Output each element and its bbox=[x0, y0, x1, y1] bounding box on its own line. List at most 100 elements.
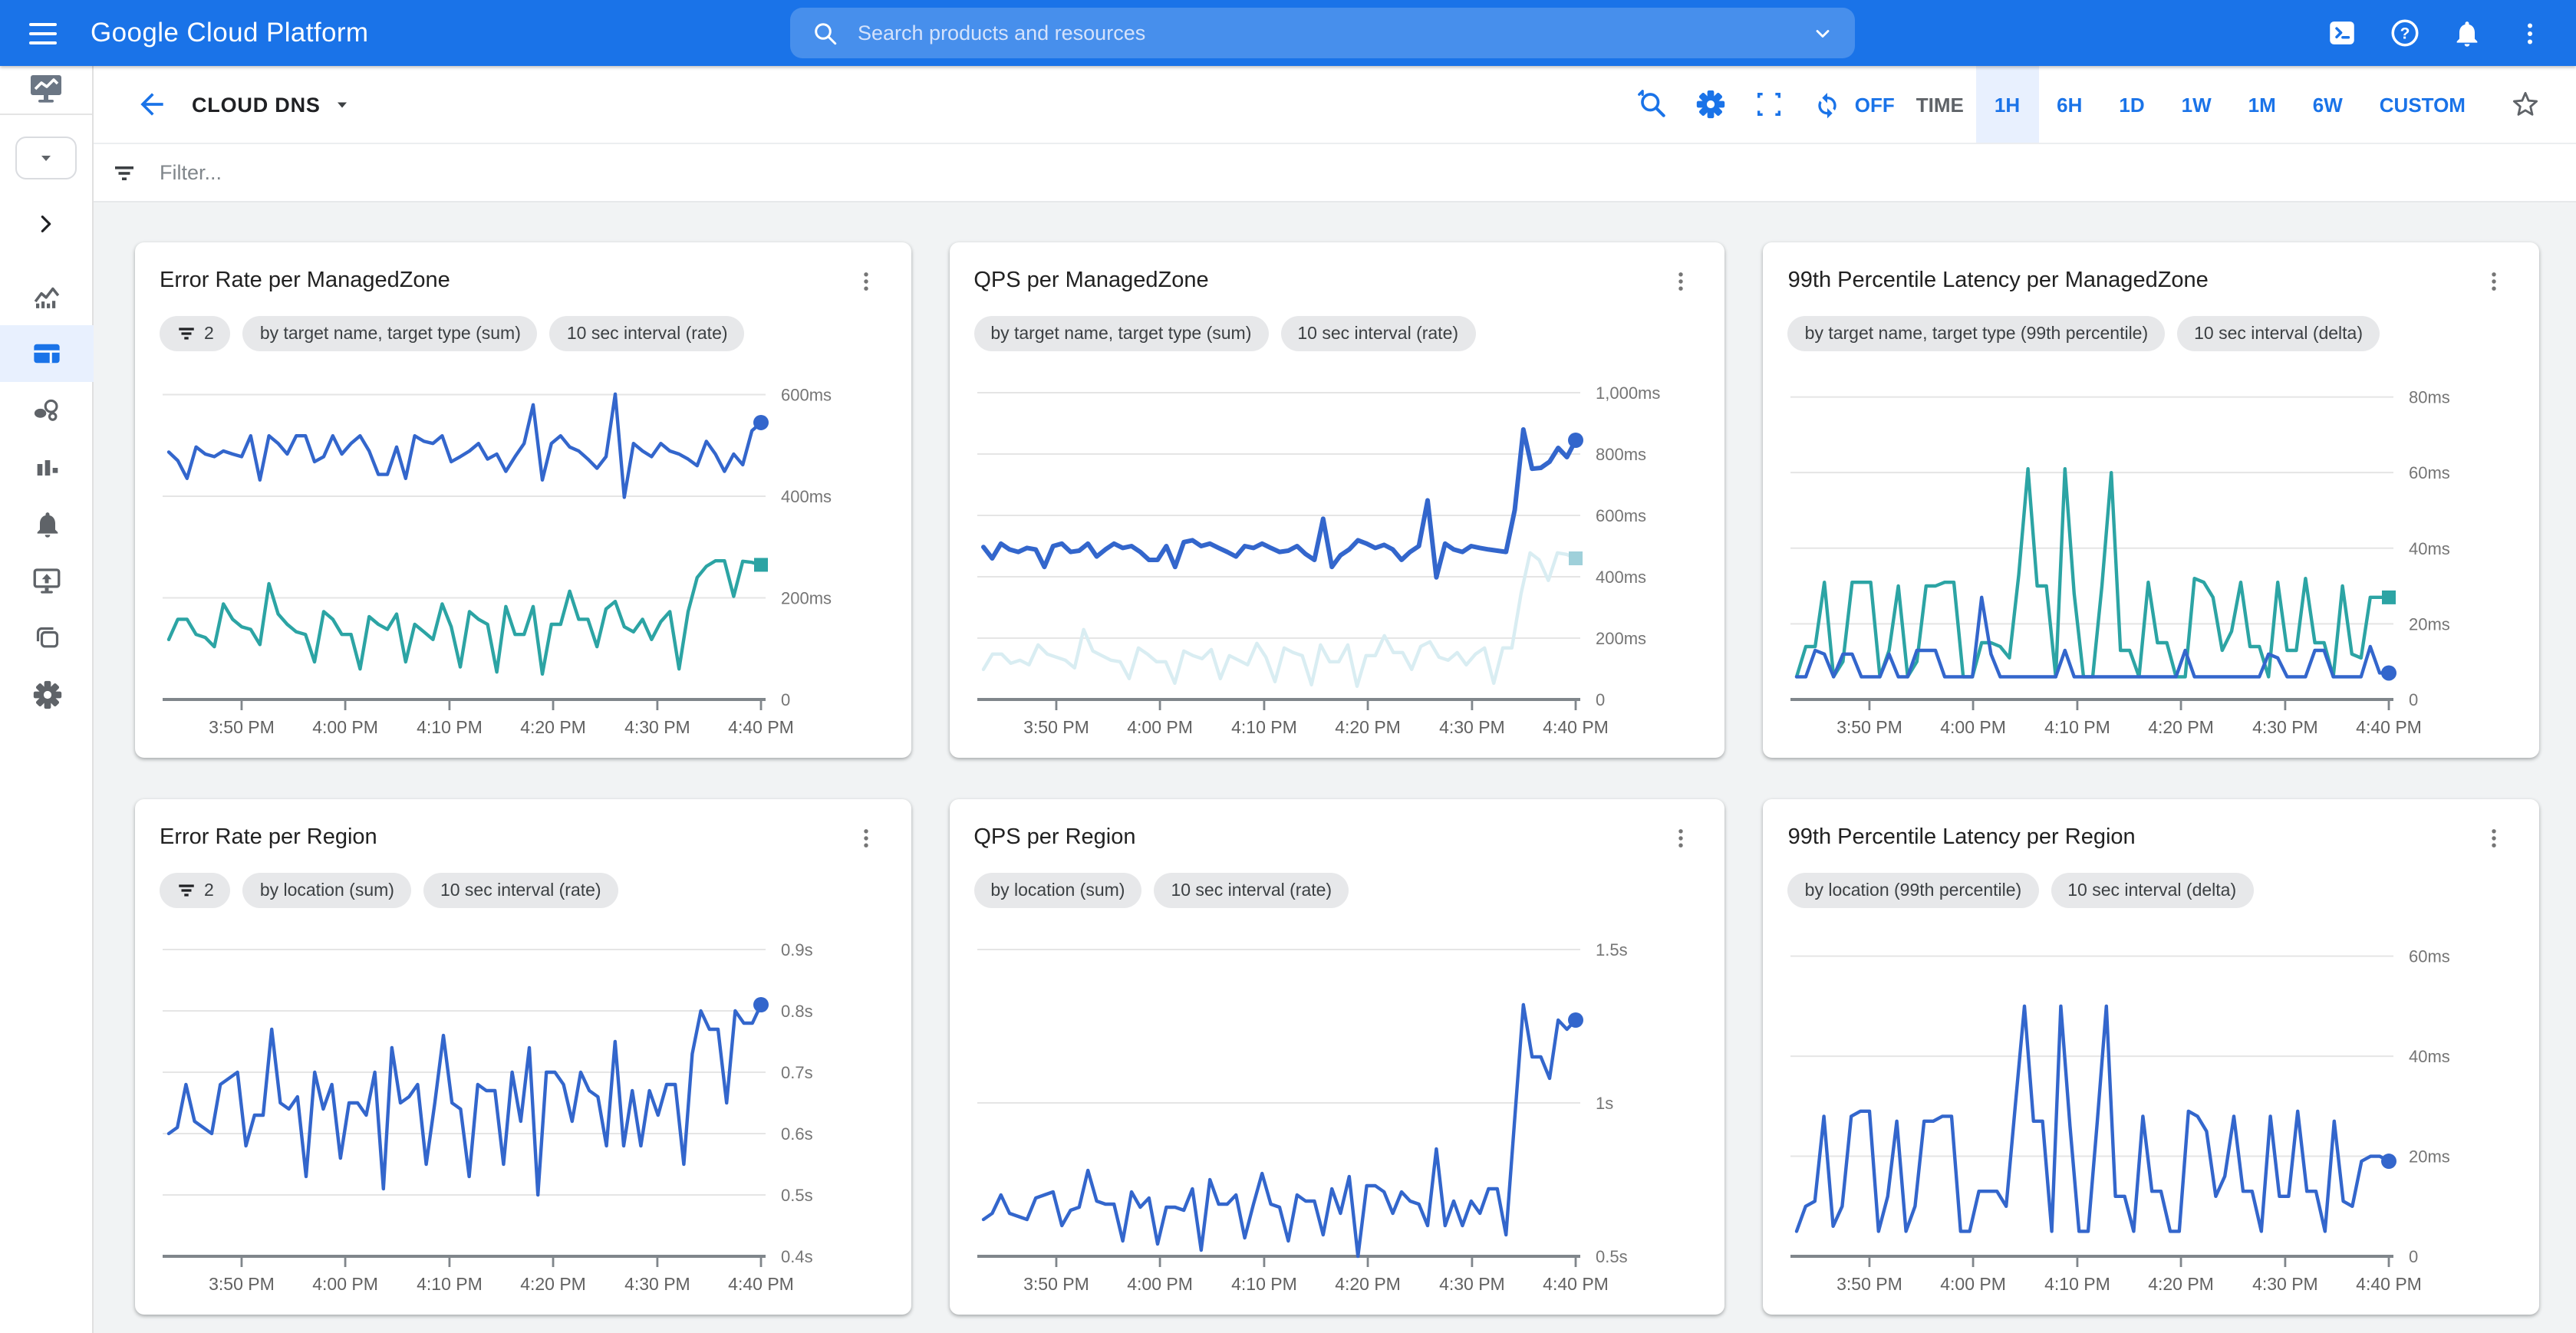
expand-chevron-right-icon[interactable] bbox=[15, 204, 77, 244]
chart-config-chip[interactable]: 10 sec interval (delta) bbox=[2051, 873, 2253, 908]
chart-title: Error Rate per ManagedZone bbox=[160, 268, 450, 293]
dashboard-toolbar: CLOUD DNS OFF TIME 1H6H1D1W1M6WCUSTOM bbox=[94, 66, 2576, 144]
time-range-custom[interactable]: CUSTOM bbox=[2361, 66, 2484, 143]
svg-text:60ms: 60ms bbox=[2410, 463, 2451, 482]
settings-gear-icon[interactable] bbox=[1686, 80, 1735, 129]
sidebar-item-metrics-explorer[interactable] bbox=[0, 439, 94, 495]
chart-menu-button[interactable] bbox=[846, 818, 886, 857]
cards-grid: Error Rate per ManagedZone 2 by target nam… bbox=[94, 202, 2576, 1315]
chart-config-chip[interactable]: by location (sum) bbox=[973, 873, 1141, 908]
chart-config-chip[interactable]: by target name, target type (sum) bbox=[243, 316, 538, 351]
svg-text:40ms: 40ms bbox=[2410, 1047, 2451, 1066]
filter-count-chip[interactable]: 2 bbox=[160, 873, 231, 908]
chart-config-chip[interactable]: 10 sec interval (rate) bbox=[423, 873, 618, 908]
svg-text:4:00 PM: 4:00 PM bbox=[312, 717, 378, 737]
filter-input[interactable] bbox=[156, 160, 2576, 186]
search-icon bbox=[812, 19, 839, 47]
chart-chips: by location (sum) 10 sec interval (rate) bbox=[973, 873, 1700, 908]
sidebar-item-groups[interactable] bbox=[0, 609, 94, 666]
chart-canvas[interactable]: 0.9s0.8s0.7s0.6s0.5s0.4s3:50 PM4:00 PM4:… bbox=[160, 919, 895, 1305]
chart-config-chip[interactable]: by location (99th percentile) bbox=[1788, 873, 2039, 908]
chart-menu-button[interactable] bbox=[846, 261, 886, 301]
svg-text:4:00 PM: 4:00 PM bbox=[1127, 717, 1193, 737]
chart-menu-button[interactable] bbox=[2475, 261, 2515, 301]
chart-title: QPS per Region bbox=[973, 825, 1135, 850]
chart-canvas[interactable]: 1,000ms800ms600ms400ms200ms03:50 PM4:00 … bbox=[973, 362, 1709, 749]
notifications-bell-icon[interactable] bbox=[2449, 15, 2485, 51]
svg-text:4:10 PM: 4:10 PM bbox=[417, 1274, 483, 1294]
chart-canvas[interactable]: 60ms40ms20ms03:50 PM4:00 PM4:10 PM4:20 P… bbox=[1788, 919, 2524, 1305]
svg-text:4:10 PM: 4:10 PM bbox=[417, 717, 483, 737]
svg-text:0.9s: 0.9s bbox=[781, 940, 813, 959]
chart-chips: 2 by location (sum) 10 sec interval (rate) bbox=[160, 873, 886, 908]
svg-text:4:40 PM: 4:40 PM bbox=[1542, 717, 1608, 737]
sidebar-item-alerting[interactable] bbox=[0, 495, 94, 552]
chevron-down-icon[interactable] bbox=[1812, 22, 1833, 44]
svg-text:4:40 PM: 4:40 PM bbox=[2357, 1274, 2423, 1294]
svg-text:400ms: 400ms bbox=[781, 487, 832, 506]
chart-config-chip[interactable]: 10 sec interval (rate) bbox=[550, 316, 745, 351]
auto-refresh-off-label[interactable]: OFF bbox=[1855, 93, 1895, 116]
chart-chips: by target name, target type (99th percen… bbox=[1788, 316, 2515, 351]
app-title[interactable]: Google Cloud Platform bbox=[91, 17, 368, 49]
svg-text:0.4s: 0.4s bbox=[781, 1247, 813, 1266]
search-bar[interactable] bbox=[790, 8, 1855, 58]
svg-text:4:10 PM: 4:10 PM bbox=[2045, 717, 2111, 737]
chart-title: 99th Percentile Latency per ManagedZone bbox=[1788, 268, 2209, 293]
chart-menu-button[interactable] bbox=[2475, 818, 2515, 857]
chart-config-chip[interactable]: by target name, target type (99th percen… bbox=[1788, 316, 2165, 351]
project-dropdown[interactable] bbox=[15, 137, 77, 179]
svg-text:4:00 PM: 4:00 PM bbox=[1127, 1274, 1193, 1294]
time-range-1h[interactable]: 1H bbox=[1976, 66, 2038, 143]
chart-config-chip[interactable]: 10 sec interval (rate) bbox=[1280, 316, 1475, 351]
svg-text:4:30 PM: 4:30 PM bbox=[2253, 1274, 2319, 1294]
chart-title: 99th Percentile Latency per Region bbox=[1788, 825, 2136, 850]
cloud-shell-icon[interactable] bbox=[2323, 15, 2360, 51]
time-zoom-icon[interactable] bbox=[1628, 80, 1677, 129]
svg-text:600ms: 600ms bbox=[1595, 506, 1645, 525]
chart-config-chip[interactable]: 10 sec interval (delta) bbox=[2177, 316, 2380, 351]
chart-canvas[interactable]: 1.5s1s0.5s3:50 PM4:00 PM4:10 PM4:20 PM4:… bbox=[973, 919, 1709, 1305]
page-title[interactable]: CLOUD DNS bbox=[192, 93, 321, 116]
time-range-6w[interactable]: 6W bbox=[2294, 66, 2361, 143]
svg-text:3:50 PM: 3:50 PM bbox=[1837, 717, 1903, 737]
sidebar-item-settings[interactable] bbox=[0, 666, 94, 722]
filter-count-chip[interactable]: 2 bbox=[160, 316, 231, 351]
svg-text:3:50 PM: 3:50 PM bbox=[1023, 1274, 1089, 1294]
svg-text:3:50 PM: 3:50 PM bbox=[1837, 1274, 1903, 1294]
sidebar-item-dashboards[interactable] bbox=[0, 325, 94, 382]
search-input[interactable] bbox=[855, 20, 1812, 46]
more-vert-icon[interactable] bbox=[2512, 15, 2548, 51]
time-range-6h[interactable]: 6H bbox=[2038, 66, 2100, 143]
sidebar-item-uptime-checks[interactable] bbox=[0, 552, 94, 609]
svg-text:3:50 PM: 3:50 PM bbox=[209, 1274, 275, 1294]
chart-canvas[interactable]: 600ms400ms200ms03:50 PM4:00 PM4:10 PM4:2… bbox=[160, 362, 895, 749]
svg-text:3:50 PM: 3:50 PM bbox=[1023, 717, 1089, 737]
chart-config-chip[interactable]: by location (sum) bbox=[243, 873, 411, 908]
time-range-1m[interactable]: 1M bbox=[2230, 66, 2294, 143]
chart-config-chip[interactable]: 10 sec interval (rate) bbox=[1154, 873, 1349, 908]
svg-text:0.6s: 0.6s bbox=[781, 1124, 813, 1144]
star-icon[interactable] bbox=[2499, 78, 2551, 130]
chart-menu-button[interactable] bbox=[1661, 818, 1701, 857]
svg-text:0.5s: 0.5s bbox=[781, 1186, 813, 1205]
svg-text:4:20 PM: 4:20 PM bbox=[520, 717, 586, 737]
time-range-1w[interactable]: 1W bbox=[2163, 66, 2230, 143]
page-title-caret-icon[interactable] bbox=[333, 95, 351, 114]
help-icon[interactable]: ? bbox=[2386, 15, 2423, 51]
sidebar-item-services[interactable] bbox=[0, 382, 94, 439]
svg-text:?: ? bbox=[2400, 25, 2410, 43]
chart-config-chip[interactable]: by target name, target type (sum) bbox=[973, 316, 1268, 351]
svg-text:20ms: 20ms bbox=[2410, 1147, 2451, 1167]
back-arrow-icon[interactable] bbox=[130, 83, 173, 126]
chart-menu-button[interactable] bbox=[1661, 261, 1701, 301]
chart-chips: by location (99th percentile) 10 sec inte… bbox=[1788, 873, 2515, 908]
sidebar-item-overview[interactable] bbox=[0, 268, 94, 325]
fullscreen-icon[interactable] bbox=[1744, 80, 1794, 129]
menu-icon[interactable] bbox=[17, 10, 69, 56]
svg-text:0.5s: 0.5s bbox=[1595, 1247, 1627, 1266]
time-range-1d[interactable]: 1D bbox=[2100, 66, 2163, 143]
chart-chips: by target name, target type (sum) 10 sec … bbox=[973, 316, 1700, 351]
chart-canvas[interactable]: 80ms60ms40ms20ms03:50 PM4:00 PM4:10 PM4:… bbox=[1788, 362, 2524, 749]
auto-refresh-icon[interactable] bbox=[1803, 80, 1852, 129]
